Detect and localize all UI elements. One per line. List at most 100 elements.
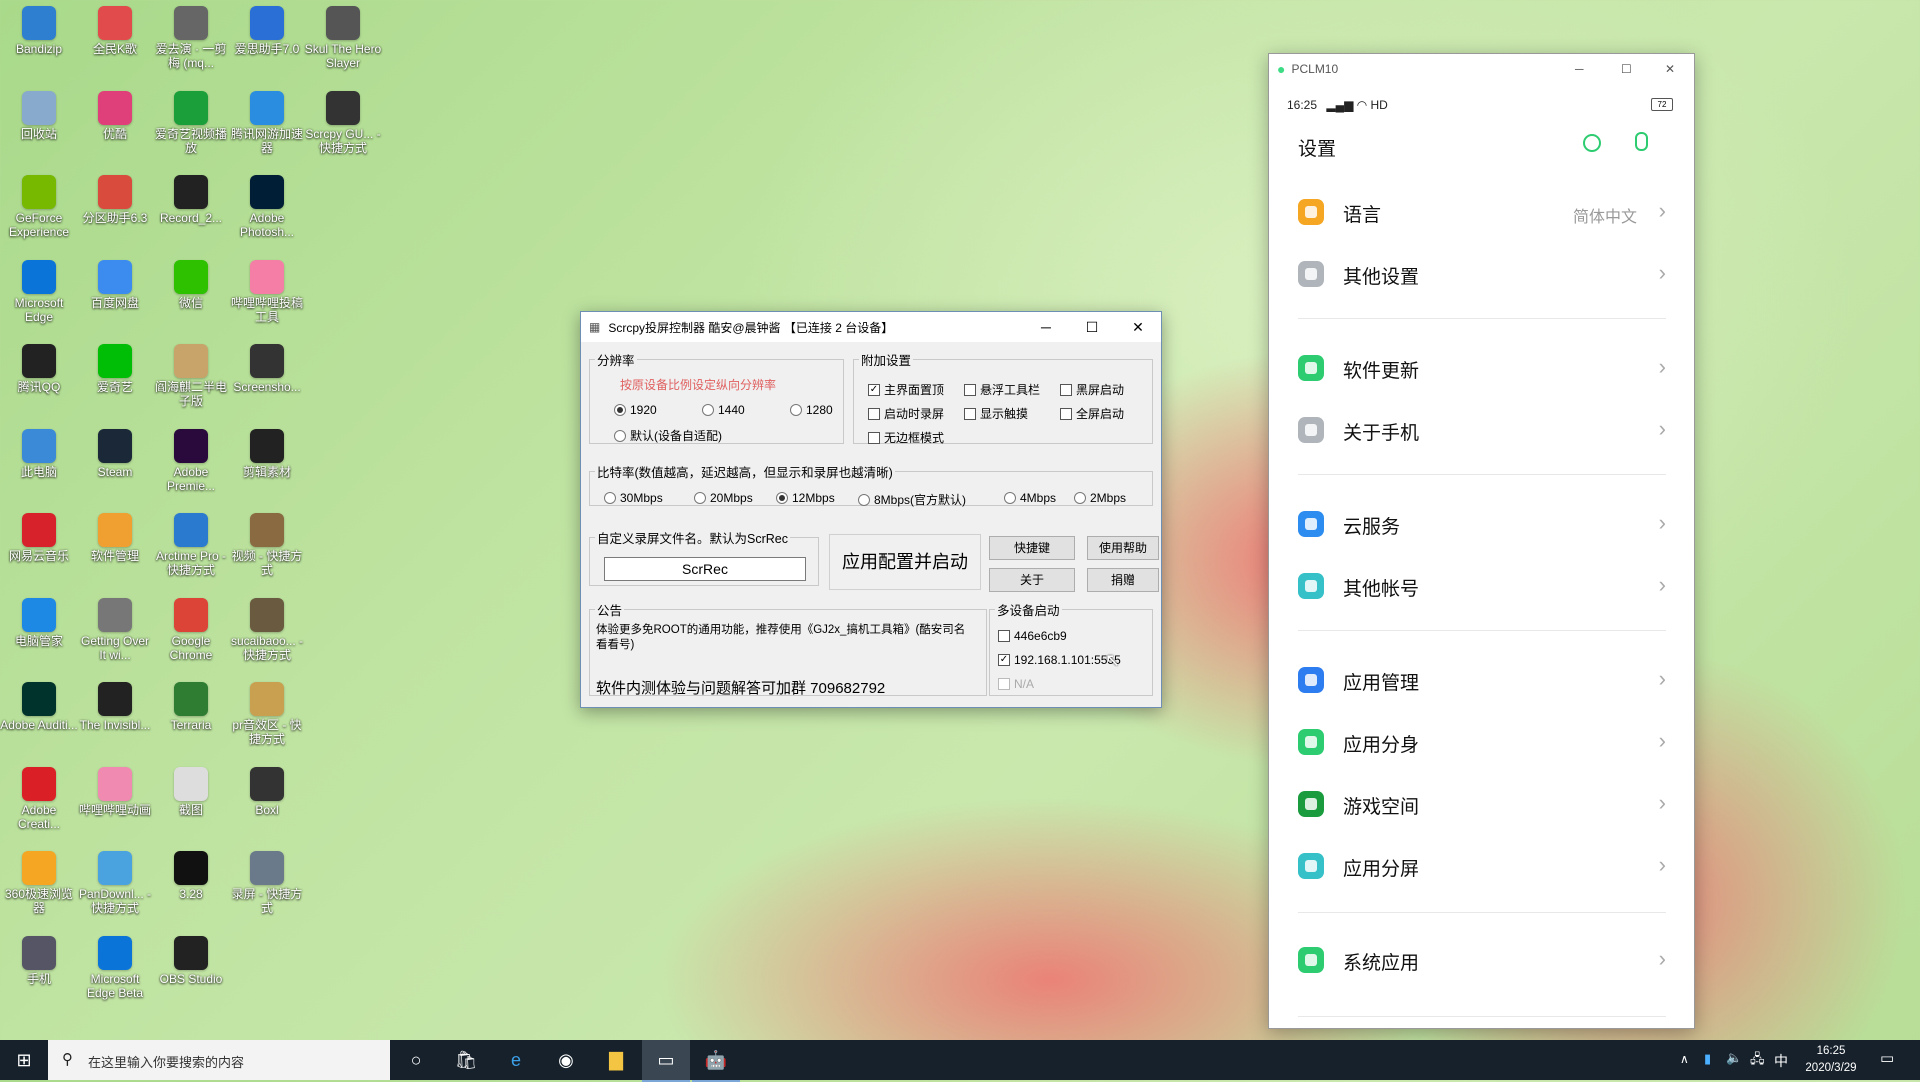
desktop-icon[interactable]: 优酷 xyxy=(76,89,154,169)
settings-item[interactable]: 应用管理 › xyxy=(1269,654,1694,706)
device-192-168-1-101-checkbox[interactable]: 192.168.1.101:5555 xyxy=(998,653,1121,667)
desktop-icon[interactable]: Adobe Photosh... xyxy=(228,173,306,253)
desktop-icon[interactable]: Adobe Premie... xyxy=(152,427,230,507)
settings-item[interactable]: 云服务 › xyxy=(1269,498,1694,550)
desktop-icon[interactable]: 此电脑 xyxy=(0,427,78,507)
desktop-icon[interactable]: 爱奇艺视频播放 xyxy=(152,89,230,169)
filename-input[interactable]: ScrRec xyxy=(604,557,806,581)
close-button[interactable]: ✕ xyxy=(1115,312,1161,342)
bitrate-4-radio[interactable]: 4Mbps xyxy=(1004,491,1056,505)
desktop-icon[interactable]: Steam xyxy=(76,427,154,507)
settings-item[interactable]: 其他帐号 › xyxy=(1269,560,1694,612)
volume-icon[interactable]: 🔈 xyxy=(1726,1050,1742,1066)
desktop-icon[interactable]: Skul The Hero Slayer xyxy=(304,4,382,84)
desktop-icon[interactable]: 360极速浏览器 xyxy=(0,849,78,929)
clock[interactable]: 16:25 2020/3/29 xyxy=(1800,1043,1862,1077)
desktop-icon[interactable]: 腾讯网游加速器 xyxy=(228,89,306,169)
desktop-icon[interactable]: 爱思助手7.0 xyxy=(228,4,306,84)
terminal-taskbar-icon[interactable]: ▭ xyxy=(642,1040,690,1082)
settings-item[interactable]: 应用分身 › xyxy=(1269,716,1694,768)
phone-maximize-button[interactable]: ☐ xyxy=(1621,62,1632,76)
desktop-icon[interactable]: Getting Over It wi... xyxy=(76,596,154,676)
phone-window-title-bar[interactable]: ● PCLM10 ─ ☐ ✕ xyxy=(1269,54,1694,84)
settings-item[interactable]: 游戏空间 › xyxy=(1269,778,1694,830)
bitrate-8-radio[interactable]: 8Mbps(官方默认) xyxy=(858,491,966,508)
record-on-start-checkbox[interactable]: 启动时录屏 xyxy=(868,405,944,422)
search-icon[interactable] xyxy=(1583,134,1601,152)
about-button[interactable]: 关于 xyxy=(989,568,1075,592)
bitrate-2-radio[interactable]: 2Mbps xyxy=(1074,491,1126,505)
desktop-icon[interactable]: sucaibaoo... - 快捷方式 xyxy=(228,596,306,676)
taskbar-search-box[interactable]: ⚲ 在这里输入你要搜索的内容 xyxy=(48,1040,390,1080)
scrcpy-title-bar[interactable]: ▦ Scrcpy投屏控制器 酷安@晨钟酱 【已连接 2 台设备】 ─ ☐ ✕ xyxy=(581,312,1161,342)
desktop-icon[interactable]: 微信 xyxy=(152,258,230,338)
minimize-button[interactable]: ─ xyxy=(1023,312,1069,342)
desktop-icon[interactable]: GeForce Experience xyxy=(0,173,78,253)
file-explorer-icon[interactable]: ▇ xyxy=(592,1040,640,1080)
desktop-icon[interactable]: Bandizip xyxy=(0,4,78,84)
desktop-icon[interactable]: 爱去演 · 一剪梅 (mq... xyxy=(152,4,230,84)
desktop-icon[interactable]: Google Chrome xyxy=(152,596,230,676)
apply-start-button[interactable]: 应用配置并启动 xyxy=(829,534,981,590)
desktop-icon[interactable]: 阎海麒二半电子版 xyxy=(152,342,230,422)
fullscreen-checkbox[interactable]: 全屏启动 xyxy=(1060,405,1124,422)
obs-taskbar-icon[interactable]: ◉ xyxy=(542,1040,590,1080)
bitrate-20-radio[interactable]: 20Mbps xyxy=(694,491,753,505)
desktop-icon[interactable]: Arctime Pro - 快捷方式 xyxy=(152,511,230,591)
borderless-checkbox[interactable]: 无边框模式 xyxy=(868,429,944,446)
phone-close-button[interactable]: ✕ xyxy=(1665,62,1675,76)
desktop-icon[interactable]: Adobe Creati... xyxy=(0,765,78,845)
desktop-icon[interactable]: PanDownl... - 快捷方式 xyxy=(76,849,154,929)
desktop-icon[interactable]: 爱奇艺 xyxy=(76,342,154,422)
desktop-icon[interactable]: 截图 xyxy=(152,765,230,845)
voice-search-icon[interactable] xyxy=(1635,132,1648,151)
desktop-icon[interactable]: Scrcpy GU... - 快捷方式 xyxy=(304,89,382,169)
desktop-icon[interactable]: Terraria xyxy=(152,680,230,760)
desktop-icon[interactable]: 回收站 xyxy=(0,89,78,169)
desktop-icon[interactable]: Microsoft Edge Beta xyxy=(76,934,154,1014)
desktop-icon[interactable]: The Invisibl... xyxy=(76,680,154,760)
ime-indicator[interactable]: 中 xyxy=(1774,1051,1788,1071)
desktop-icon[interactable]: 软件管理 xyxy=(76,511,154,591)
edge-taskbar-icon[interactable]: e xyxy=(492,1040,540,1080)
desktop-icon[interactable]: 腾讯QQ xyxy=(0,342,78,422)
phone-minimize-button[interactable]: ─ xyxy=(1575,62,1584,76)
floating-toolbar-checkbox[interactable]: 悬浮工具栏 xyxy=(964,381,1040,398)
bitrate-30-radio[interactable]: 30Mbps xyxy=(604,491,663,505)
settings-item[interactable]: 系统应用 › xyxy=(1269,934,1694,986)
desktop-icon[interactable]: OBS Studio xyxy=(152,934,230,1014)
desktop-icon[interactable]: Adobe Auditi... xyxy=(0,680,78,760)
settings-item[interactable]: 其他设置 › xyxy=(1269,248,1694,300)
maximize-button[interactable]: ☐ xyxy=(1069,312,1115,342)
start-windows-icon[interactable]: ⊞ xyxy=(0,1040,48,1080)
tray-app-icon[interactable]: ▮ xyxy=(1704,1051,1711,1067)
donate-button[interactable]: 捐赠 xyxy=(1087,568,1159,592)
settings-item[interactable]: 语言 简体中文 › xyxy=(1269,186,1694,238)
cortana-icon[interactable]: ○ xyxy=(392,1040,440,1080)
resolution-default-radio[interactable]: 默认(设备自适配) xyxy=(614,427,722,444)
help-button[interactable]: 使用帮助 xyxy=(1087,536,1159,560)
desktop-icon[interactable]: Screensho... xyxy=(228,342,306,422)
android-taskbar-icon[interactable]: 🤖 xyxy=(692,1040,740,1082)
show-touches-checkbox[interactable]: 显示触摸 xyxy=(964,405,1028,422)
settings-item[interactable]: 关于手机 › xyxy=(1269,404,1694,456)
resolution-1280-radio[interactable]: 1280 xyxy=(790,403,833,417)
desktop-icon[interactable]: pr音效区 - 快捷方式 xyxy=(228,680,306,760)
desktop-icon[interactable]: 视频 - 快捷方式 xyxy=(228,511,306,591)
tray-chevron-icon[interactable]: ∧ xyxy=(1680,1052,1689,1066)
desktop-icon[interactable]: 电脑管家 xyxy=(0,596,78,676)
bitrate-12-radio[interactable]: 12Mbps xyxy=(776,491,835,505)
desktop-icon[interactable]: 分区助手6.3 xyxy=(76,173,154,253)
settings-item[interactable]: 软件更新 › xyxy=(1269,342,1694,394)
desktop-icon[interactable]: 百度网盘 xyxy=(76,258,154,338)
network-icon[interactable]: 🖧 xyxy=(1750,1050,1765,1072)
resolution-1920-radio[interactable]: 1920 xyxy=(614,403,657,417)
desktop-icon[interactable]: Microsoft Edge xyxy=(0,258,78,338)
desktop-icon[interactable]: 网易云音乐 xyxy=(0,511,78,591)
desktop-icon[interactable]: 录屏 - 快捷方式 xyxy=(228,849,306,929)
settings-item[interactable]: 应用分屏 › xyxy=(1269,840,1694,892)
desktop-icon[interactable]: 哔哩哔哩动画 xyxy=(76,765,154,845)
desktop-icon[interactable]: 手机 xyxy=(0,934,78,1014)
device-446e6cb9-checkbox[interactable]: 446e6cb9 xyxy=(998,629,1067,643)
desktop-icon[interactable]: 剪辑素材 xyxy=(228,427,306,507)
